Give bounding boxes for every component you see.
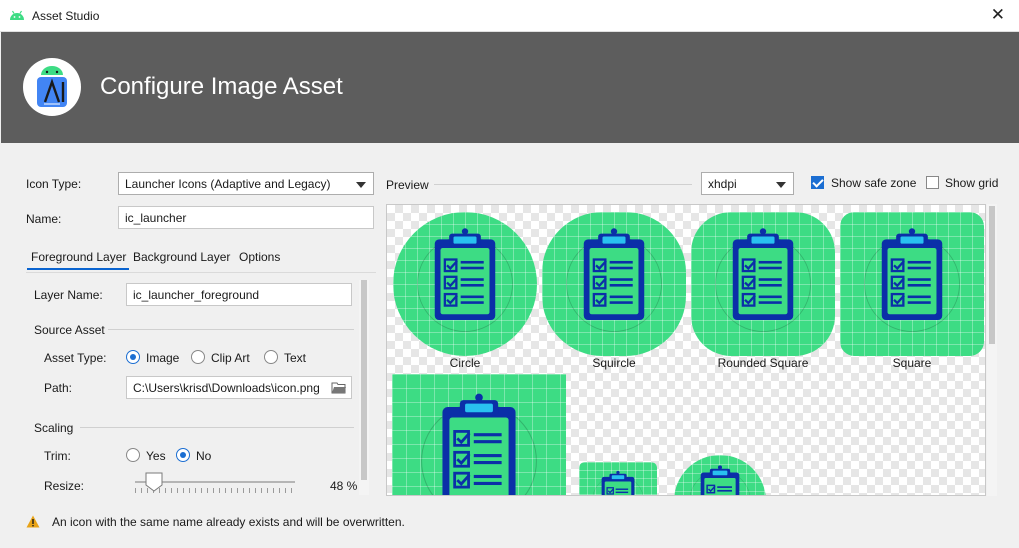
round-icon-preview (674, 455, 766, 495)
resize-value: 48 % (330, 479, 358, 493)
scaling-header: Scaling (34, 421, 74, 435)
show-safe-zone-label[interactable]: Show safe zone (831, 176, 916, 190)
trim-yes-label[interactable]: Yes (146, 449, 166, 463)
layer-name-label: Layer Name: (34, 288, 103, 302)
tab-foreground-layer[interactable]: Foreground Layer (27, 248, 129, 270)
shape-label-circle: Circle (449, 356, 481, 370)
source-asset-header: Source Asset (34, 323, 105, 337)
preview-scrollbar[interactable] (987, 204, 997, 496)
asset-type-clipart-radio[interactable] (191, 350, 205, 364)
clipboard-icon (566, 228, 662, 332)
trim-label: Trim: (44, 449, 71, 463)
icon-type-label: Icon Type: (26, 177, 82, 191)
asset-type-image-label[interactable]: Image (146, 351, 179, 365)
title-bar: Asset Studio ✕ (0, 0, 1019, 32)
shape-label-rounded-square: Rounded Square (717, 356, 809, 370)
resize-slider-thumb[interactable] (145, 472, 163, 492)
preview-canvas: Circle Squircle Rounded Square Square (386, 204, 986, 496)
asset-type-clipart-label[interactable]: Clip Art (211, 351, 250, 365)
show-grid-label[interactable]: Show grid (945, 176, 998, 190)
squircle-icon-preview (542, 212, 686, 356)
path-input[interactable]: C:\Users\krisd\Downloads\icon.png (126, 376, 352, 399)
full-bleed-icon-preview (392, 374, 566, 495)
asset-type-label: Asset Type: (44, 351, 107, 365)
asset-type-image-radio[interactable] (126, 350, 140, 364)
warning-message: An icon with the same name already exist… (52, 515, 405, 529)
left-panel-scrollbar[interactable] (359, 280, 369, 495)
source-asset-divider (108, 329, 354, 330)
close-button[interactable]: ✕ (991, 5, 1005, 25)
folder-icon[interactable] (331, 381, 346, 394)
page-title: Configure Image Asset (100, 73, 343, 100)
rounded-square-icon-preview (691, 212, 835, 356)
tab-options[interactable]: Options (239, 248, 280, 270)
show-safe-zone-checkbox[interactable] (811, 176, 824, 189)
icon-type-value: Launcher Icons (Adaptive and Legacy) (125, 177, 331, 191)
show-grid-checkbox[interactable] (926, 176, 939, 189)
clipboard-icon (421, 393, 537, 495)
path-label: Path: (44, 381, 73, 395)
circle-icon-preview (393, 212, 537, 356)
header-banner: Configure Image Asset (1, 32, 1019, 143)
trim-no-label[interactable]: No (196, 449, 211, 463)
legacy-icon-preview (579, 462, 657, 495)
android-icon (10, 10, 24, 20)
path-value: C:\Users\krisd\Downloads\icon.png (133, 381, 320, 395)
layer-name-input[interactable]: ic_launcher_foreground (126, 283, 352, 306)
android-studio-logo-icon (23, 58, 81, 116)
tab-background-layer[interactable]: Background Layer (133, 248, 230, 270)
clipboard-icon (592, 470, 644, 495)
square-icon-preview (840, 212, 984, 356)
icon-type-dropdown[interactable]: Launcher Icons (Adaptive and Legacy) (118, 172, 374, 195)
trim-yes-radio[interactable] (126, 448, 140, 462)
shape-label-square: Square (892, 356, 932, 370)
clipboard-icon (864, 228, 960, 332)
clipboard-icon (417, 228, 513, 332)
warning-triangle-icon (26, 515, 40, 528)
asset-type-text-radio[interactable] (264, 350, 278, 364)
preview-label: Preview (386, 178, 429, 192)
tab-divider (26, 272, 376, 273)
resize-label: Resize: (44, 479, 85, 493)
name-label: Name: (26, 212, 62, 226)
name-input[interactable]: ic_launcher (118, 206, 374, 229)
clipboard-icon (689, 465, 751, 495)
chevron-down-icon (776, 182, 786, 188)
shape-label-squircle: Squircle (592, 356, 636, 370)
window-title: Asset Studio (32, 9, 100, 23)
density-dropdown[interactable]: xhdpi (701, 172, 794, 195)
clipboard-icon (715, 228, 811, 332)
density-value: xhdpi (708, 177, 737, 191)
trim-no-radio[interactable] (176, 448, 190, 462)
asset-type-text-label[interactable]: Text (284, 351, 306, 365)
preview-divider (434, 184, 692, 185)
chevron-down-icon (356, 182, 366, 188)
scaling-divider (80, 427, 354, 428)
